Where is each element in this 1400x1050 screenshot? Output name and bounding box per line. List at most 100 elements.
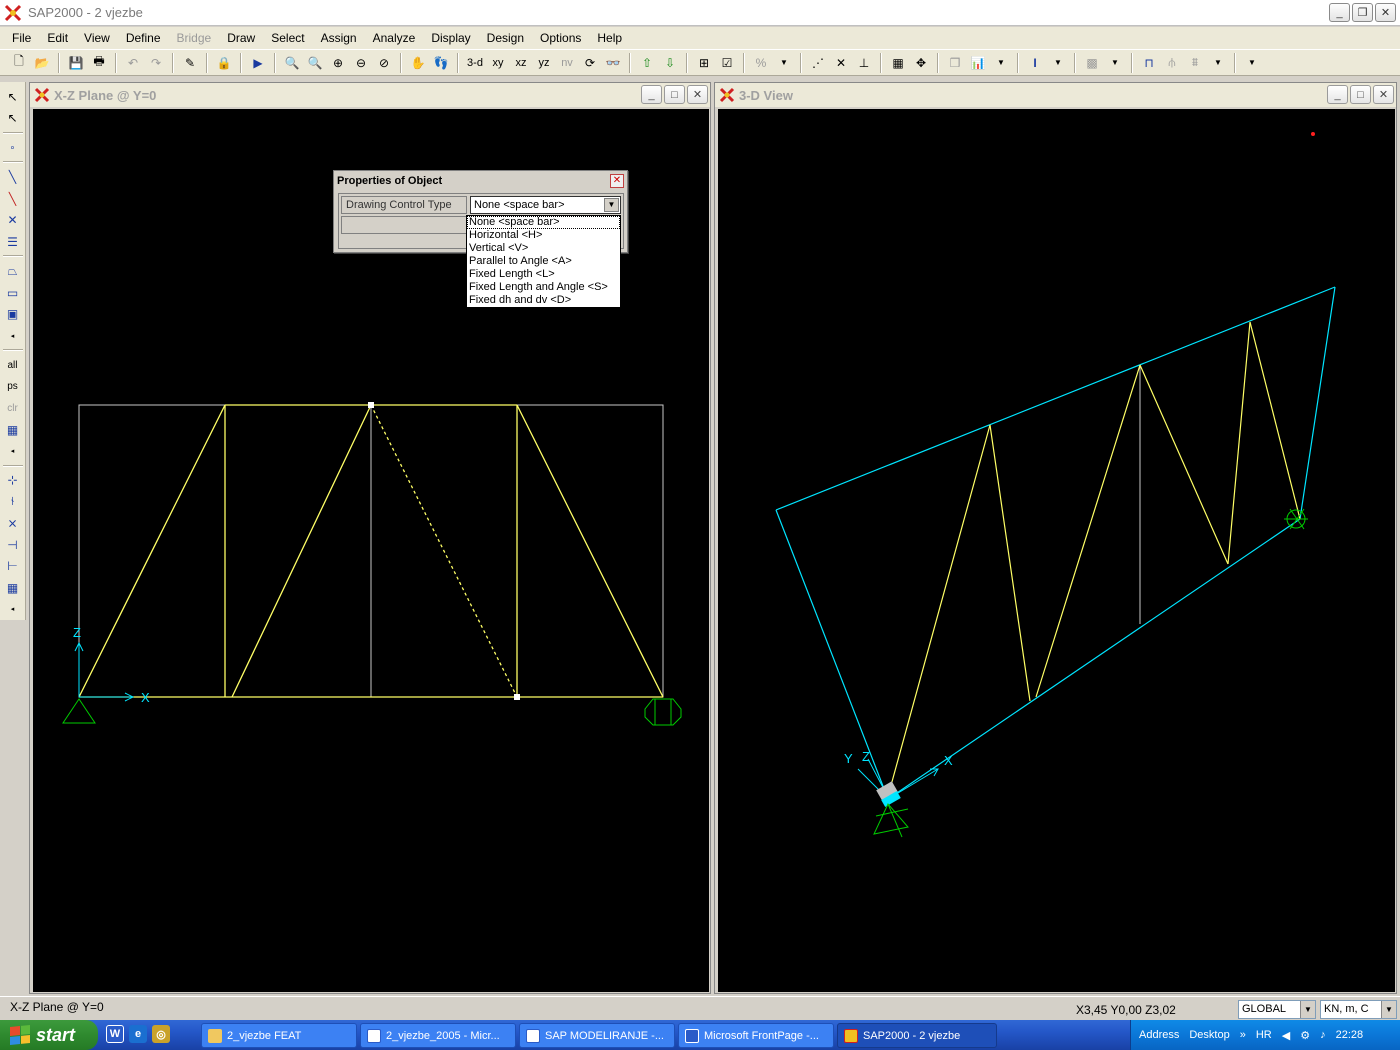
snap-intersections-icon[interactable]: ⨯ — [2, 513, 24, 534]
menu-select[interactable]: Select — [263, 31, 312, 45]
new-file-icon[interactable]: 🗋 — [8, 52, 30, 74]
lock-icon[interactable]: 🔒 — [213, 52, 235, 74]
restore-button[interactable]: ❐ — [1352, 3, 1373, 22]
dropdown-option-parallel-to-angle[interactable]: Parallel to Angle <A> — [467, 255, 620, 268]
address-toolbar-label[interactable]: Address — [1139, 1029, 1179, 1041]
dropdown-arrow-icon[interactable]: ▼ — [1207, 52, 1229, 74]
taskbar-item-folder[interactable]: 2_vjezbe FEAT — [201, 1023, 357, 1048]
frame-shape-icon[interactable]: ⊓ — [1138, 52, 1160, 74]
pin-support[interactable] — [62, 698, 96, 724]
close-button[interactable]: ✕ — [1375, 3, 1396, 22]
taskbar-item-word[interactable]: SAP MODELIRANJE -... — [519, 1023, 675, 1048]
save-icon[interactable]: 💾 — [65, 52, 87, 74]
menu-options[interactable]: Options — [532, 31, 589, 45]
previous-select-button[interactable]: ps — [2, 376, 24, 397]
view-xz-button[interactable]: xz — [510, 52, 532, 74]
set-display-options-icon[interactable]: ☑ — [716, 52, 738, 74]
desktop-toolbar-label[interactable]: Desktop — [1189, 1029, 1229, 1041]
object-shrink-icon[interactable]: ⊞ — [693, 52, 715, 74]
quick-draw-area-icon[interactable]: ▣ — [2, 303, 24, 324]
dropdown-arrow-icon[interactable]: ▼ — [990, 52, 1012, 74]
diagonal-member[interactable] — [516, 404, 664, 698]
dropdown-arrow-icon[interactable]: ▼ — [773, 52, 795, 74]
zoom-out-icon[interactable]: ⊖ — [350, 52, 372, 74]
more-arrow-icon[interactable]: ◂ — [2, 440, 24, 461]
clear-select-button[interactable]: clr — [2, 397, 24, 418]
taskbar-item-frontpage[interactable]: Microsoft FrontPage -... — [678, 1023, 834, 1048]
media-icon[interactable]: ◎ — [152, 1025, 170, 1043]
menu-assign[interactable]: Assign — [313, 31, 365, 45]
toolbar-expand-icon[interactable]: » — [1240, 1029, 1246, 1041]
3d-view-canvas[interactable]: X Y Z — [718, 109, 1395, 992]
chevron-down-icon[interactable]: ▼ — [604, 198, 619, 212]
diagonal-member-rubberband[interactable] — [370, 404, 518, 698]
roller-support[interactable] — [644, 698, 682, 726]
diagonal-3d[interactable] — [989, 424, 1031, 702]
zoom-full-icon[interactable]: ⊘ — [373, 52, 395, 74]
chevron-down-icon[interactable]: ▼ — [1381, 1001, 1396, 1018]
more-arrow-icon[interactable]: ◂ — [2, 325, 24, 346]
view-3d-button[interactable]: 3-d — [464, 52, 486, 74]
area-section-icon[interactable]: ▩ — [1081, 52, 1103, 74]
menu-define[interactable]: Define — [118, 31, 169, 45]
dropdown-option-vertical[interactable]: Vertical <V> — [467, 242, 620, 255]
move-down-icon[interactable]: ⇩ — [659, 52, 681, 74]
replicate-icon[interactable]: ❒ — [944, 52, 966, 74]
diagonal-member[interactable] — [231, 404, 372, 698]
pin-support-3d[interactable] — [873, 803, 909, 835]
dropdown-option-none[interactable]: None <space bar> — [467, 216, 620, 229]
end-member-3d[interactable] — [775, 509, 889, 800]
pointer-icon[interactable]: ↖ — [2, 86, 24, 107]
intersecting-line-icon[interactable]: ▦ — [2, 419, 24, 440]
diagonal-3d[interactable] — [1249, 321, 1301, 520]
minimize-button[interactable]: _ — [1329, 3, 1350, 22]
diagonal-member[interactable] — [78, 404, 226, 698]
panel-minimize-button[interactable]: _ — [1327, 85, 1348, 104]
quick-draw-secondary-icon[interactable]: ☰ — [2, 231, 24, 252]
diagonal-3d[interactable] — [1227, 321, 1251, 565]
grid-icon[interactable]: ▦ — [887, 52, 909, 74]
run-analysis-icon[interactable]: ▶ — [247, 52, 269, 74]
draw-frame-icon[interactable]: ╲ — [2, 166, 24, 187]
tray-back-icon[interactable]: ◀ — [1282, 1029, 1290, 1042]
diagonal-3d[interactable] — [1035, 364, 1141, 698]
menu-view[interactable]: View — [76, 31, 118, 45]
menu-edit[interactable]: Edit — [39, 31, 76, 45]
diagonal-3d[interactable] — [889, 424, 991, 790]
zoom-in-icon[interactable]: ⊕ — [327, 52, 349, 74]
percent-icon[interactable]: % — [750, 52, 772, 74]
start-button[interactable]: start — [0, 1020, 98, 1050]
zoom-restore-icon[interactable]: 🔍 — [304, 52, 326, 74]
taskbar-item-sap2000[interactable]: SAP2000 - 2 vjezbe — [837, 1023, 997, 1048]
menu-draw[interactable]: Draw — [219, 31, 263, 45]
drawing-control-type-select[interactable]: None <space bar> ▼ — [470, 196, 621, 214]
tray-volume-icon[interactable]: ♪ — [1320, 1029, 1326, 1041]
print-icon[interactable]: 🖶 — [88, 52, 110, 74]
snap-lines-icon[interactable]: ⊢ — [2, 556, 24, 577]
menu-file[interactable]: File — [4, 31, 39, 45]
panel-maximize-button[interactable]: □ — [1350, 85, 1371, 104]
draw-poly-area-icon[interactable]: ⏢ — [2, 260, 24, 281]
chevron-down-icon[interactable]: ▼ — [1300, 1001, 1315, 1018]
panel-maximize-button[interactable]: □ — [664, 85, 685, 104]
end-member-3d[interactable] — [1299, 286, 1336, 520]
rotate-view-icon[interactable]: ⟳ — [579, 52, 601, 74]
perspective-icon[interactable]: 👓 — [602, 52, 624, 74]
snap-fine-grid-icon[interactable]: ▦ — [2, 577, 24, 598]
panel-close-button[interactable]: ✕ — [687, 85, 708, 104]
dropdown-arrow-icon[interactable]: ▼ — [1241, 52, 1263, 74]
zoom-window-icon[interactable]: 🔍 — [281, 52, 303, 74]
panel-close-button[interactable]: ✕ — [1373, 85, 1394, 104]
panel-minimize-button[interactable]: _ — [641, 85, 662, 104]
clock[interactable]: 22:28 — [1336, 1029, 1364, 1041]
menu-display[interactable]: Display — [423, 31, 478, 45]
snap-joints-icon[interactable]: ⊹ — [2, 470, 24, 491]
dropdown-option-horizontal[interactable]: Horizontal <H> — [467, 229, 620, 242]
taskbar-item-word[interactable]: 2_vjezbe_2005 - Micr... — [360, 1023, 516, 1048]
snap-points-icon[interactable]: ⋰ — [807, 52, 829, 74]
joint-marker[interactable] — [368, 402, 374, 408]
view-xy-button[interactable]: xy — [487, 52, 509, 74]
menu-bridge[interactable]: Bridge — [169, 31, 220, 45]
draw-rect-area-icon[interactable]: ▭ — [2, 282, 24, 303]
snap-intersections-icon[interactable]: ✕ — [830, 52, 852, 74]
